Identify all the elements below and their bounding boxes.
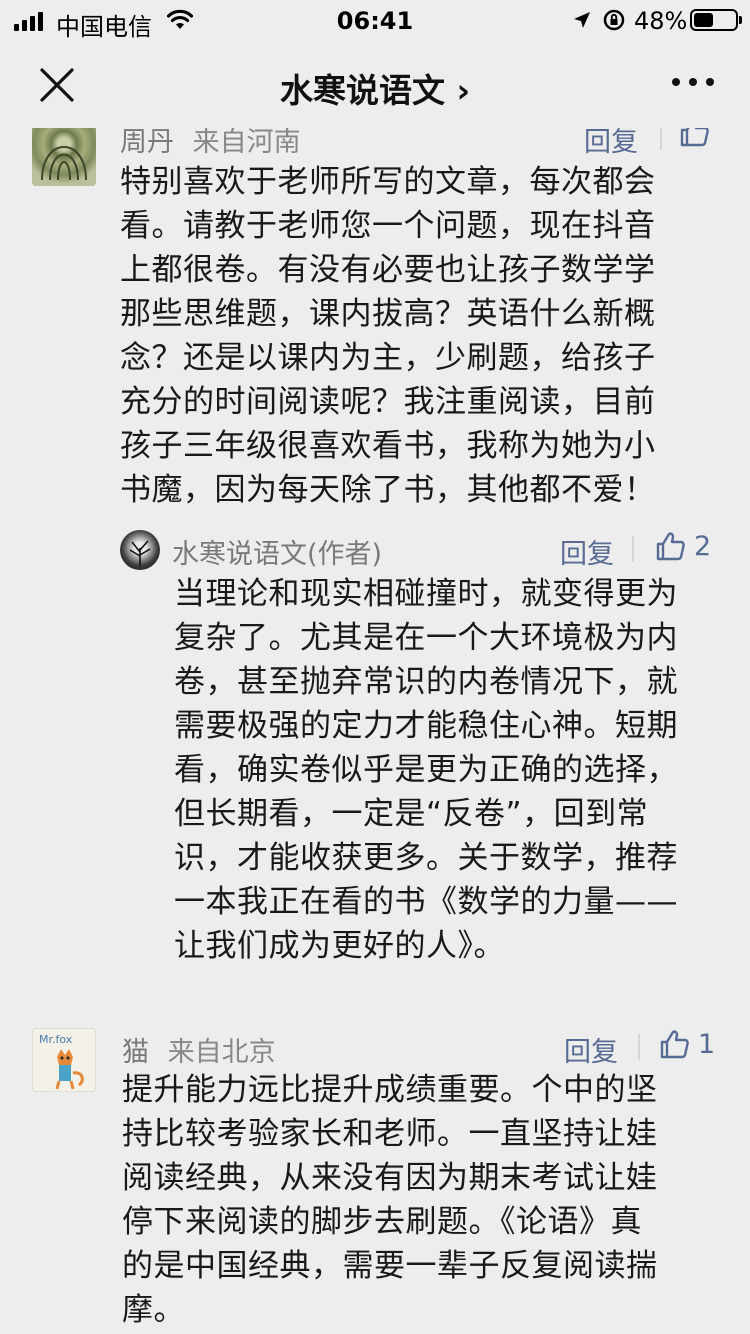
commenter-location: 来自北京 — [167, 1037, 276, 1068]
reply-text: 当理论和现实相碰撞时，就变得更为 复杂了。尤其是在一个大环境极为内 卷，甚至抛弃… — [174, 572, 678, 968]
status-bar: 中国电信 06:41 48% — [0, 0, 750, 42]
reply-button[interactable]: 回复 — [564, 1030, 618, 1069]
reply-line: 看，确实卷似乎是更为正确的选择， — [174, 752, 678, 788]
comment-line: 持比较考验家长和老师。一直坚持让娃 — [122, 1116, 658, 1152]
reply-button[interactable]: 回复 — [584, 128, 638, 159]
comment-line: 的是中国经典，需要一辈子反复阅读揣 — [122, 1248, 658, 1284]
like-count: 1 — [698, 1028, 716, 1060]
comment-line: 阅读经典，从来没有因为期末考试让娃 — [122, 1160, 658, 1196]
comment-meta: 猫 来自北京 — [122, 1030, 276, 1069]
like-button[interactable]: 2 — [654, 530, 711, 562]
reply-line: 识，才能收获更多。关于数学，推荐 — [174, 840, 678, 876]
comment-line: 提升能力远比提升成绩重要。个中的坚 — [122, 1072, 658, 1108]
battery-icon — [690, 9, 742, 31]
comment-line: 停下来阅读的脚步去刷题。《论语》真 — [122, 1204, 642, 1240]
reply-line: 让我们成为更好的人》。 — [174, 928, 505, 964]
reply-line: 卷，甚至抛弃常识的内卷情况下，就 — [174, 664, 678, 700]
comment-meta: 周丹 来自河南 — [120, 128, 301, 159]
comment-text: 提升能力远比提升成绩重要。个中的坚 持比较考验家长和老师。一直坚持让娃 阅读经典… — [122, 1068, 658, 1332]
comment-line: 书魔，因为每天除了书，其他都不爱！ — [120, 472, 656, 508]
svg-text:Mr.fox: Mr.fox — [39, 1033, 73, 1046]
comment-text: 特别喜欢于老师所写的文章，每次都会 看。请教于老师您一个问题，现在抖音 上都很卷… — [120, 160, 656, 512]
more-options-icon[interactable] — [672, 78, 714, 86]
comment-line: 上都很卷。有没有必要也让孩子数学学 — [120, 252, 656, 288]
comment-line: 看。请教于老师您一个问题，现在抖音 — [120, 208, 656, 244]
comment-line: 充分的时间阅读呢？我注重阅读，目前 — [120, 384, 656, 420]
comment-list[interactable]: 周丹 来自河南 回复 特别喜欢于老师所写的文章，每次都会 看。请教于老师您一个问… — [0, 128, 750, 1334]
comment-item: 周丹 来自河南 回复 特别喜欢于老师所写的文章，每次都会 看。请教于老师您一个问… — [0, 128, 750, 978]
divider — [632, 536, 634, 562]
reply-line: 复杂了。尤其是在一个大环境极为内 — [174, 620, 678, 656]
avatar[interactable]: Mr.fox — [32, 1028, 96, 1092]
comment-line: 念？还是以课内为主，少刷题，给孩子 — [120, 340, 656, 376]
nav-bar: 水寒说语文 › — [0, 42, 750, 128]
like-button[interactable] — [678, 128, 710, 148]
reply-line: 但长期看，一定是“反卷”，回到常 — [174, 796, 649, 832]
reply-button[interactable]: 回复 — [560, 532, 614, 571]
commenter-name: 周丹 — [120, 128, 174, 158]
like-count: 2 — [694, 530, 712, 562]
like-button[interactable]: 1 — [658, 1028, 715, 1060]
comment-item: Mr.fox 猫 来自北京 回复 1 提升能力远比提升成绩重要。个中的坚 持比较… — [0, 1028, 750, 1334]
comment-line: 特别喜欢于老师所写的文章，每次都会 — [120, 164, 656, 200]
reply-line: 需要极强的定力才能稳住心神。短期 — [174, 708, 678, 744]
reply-line: 当理论和现实相碰撞时，就变得更为 — [174, 576, 678, 612]
divider — [638, 1034, 640, 1060]
battery-percent: 48% — [634, 7, 688, 35]
commenter-name: 猫 — [122, 1037, 149, 1068]
battery-level-fill — [694, 13, 713, 27]
page-title[interactable]: 水寒说语文 › — [0, 64, 750, 112]
comment-line: 摩。 — [122, 1292, 185, 1328]
thumbs-up-icon — [660, 1030, 689, 1059]
avatar[interactable] — [32, 128, 96, 186]
author-name: 水寒说语文(作者) — [172, 539, 383, 570]
reply-line: 一本我正在看的书《数学的力量—— — [174, 884, 678, 920]
thumbs-up-icon — [680, 128, 709, 147]
commenter-location: 来自河南 — [192, 128, 301, 158]
comment-line: 那些思维题，课内拔高？英语什么新概 — [120, 296, 656, 332]
author-avatar[interactable] — [120, 530, 160, 570]
rotation-lock-icon — [603, 9, 625, 31]
divider — [660, 128, 662, 150]
comment-line: 孩子三年级很喜欢看书，我称为她为小 — [120, 428, 656, 464]
location-icon — [574, 12, 590, 28]
reply-meta: 水寒说语文(作者) — [172, 532, 382, 571]
thumbs-up-icon — [656, 532, 685, 561]
